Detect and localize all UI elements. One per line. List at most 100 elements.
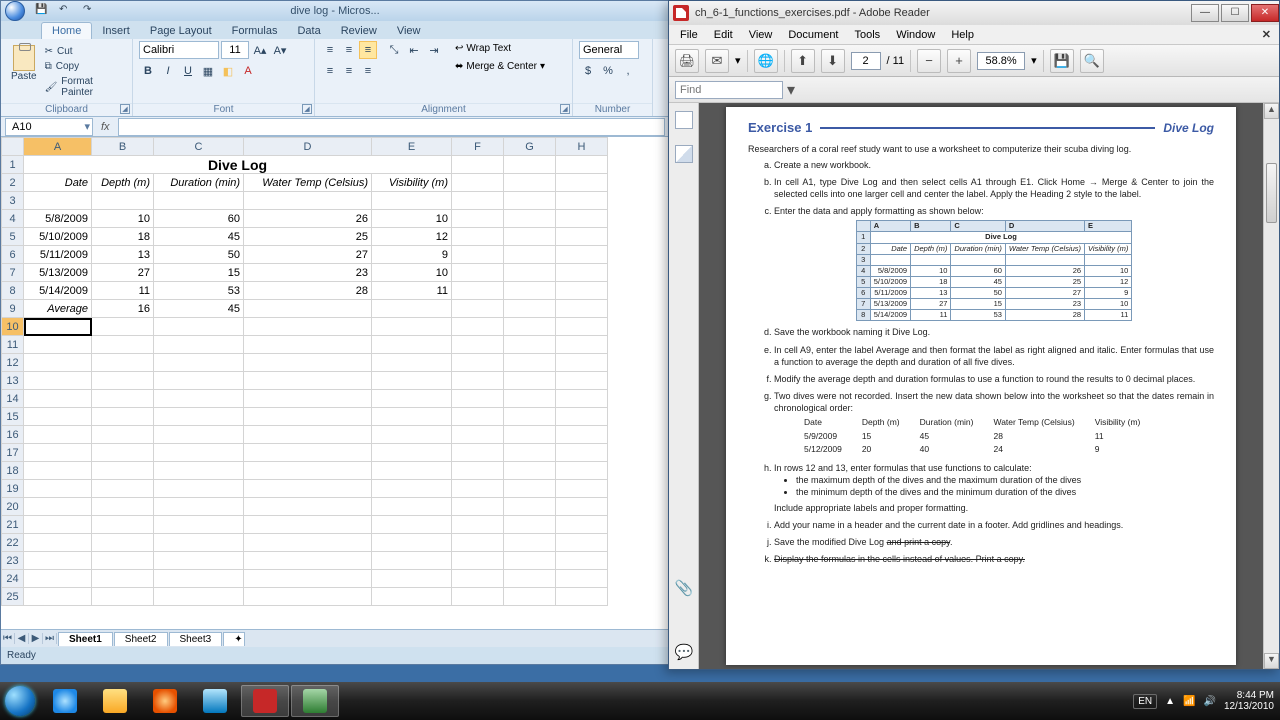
zoom-out-button[interactable]: −: [917, 49, 941, 73]
scroll-up-icon[interactable]: ▲: [1264, 103, 1279, 119]
col-H[interactable]: H: [556, 138, 608, 156]
italic-button[interactable]: I: [159, 62, 177, 80]
comma-button[interactable]: ,: [619, 62, 637, 80]
tab-formulas[interactable]: Formulas: [222, 23, 288, 39]
indent-dec[interactable]: ⇤: [405, 41, 423, 59]
page-number-input[interactable]: [851, 52, 881, 70]
align-right[interactable]: ≡: [359, 62, 377, 80]
sheet-nav-next[interactable]: ▶: [29, 633, 43, 644]
orientation-button[interactable]: ⤡: [385, 41, 403, 59]
font-name-combo[interactable]: [139, 41, 219, 59]
align-left[interactable]: ≡: [321, 62, 339, 80]
col-G[interactable]: G: [504, 138, 556, 156]
col-D[interactable]: D: [244, 138, 372, 156]
align-middle[interactable]: ≡: [340, 41, 358, 59]
page-down-button[interactable]: ⬇: [821, 49, 845, 73]
row-7[interactable]: 7: [2, 264, 24, 282]
cell-title[interactable]: Dive Log: [24, 156, 452, 174]
menu-view[interactable]: View: [742, 27, 780, 43]
number-format-combo[interactable]: [579, 41, 639, 59]
comments-panel-icon[interactable]: 💬: [675, 643, 693, 661]
col-A[interactable]: A: [24, 138, 92, 156]
excel-titlebar[interactable]: 💾 ↶ ↷ dive log - Micros...: [1, 1, 669, 21]
qat-undo-icon[interactable]: ↶: [59, 4, 73, 18]
taskbar-excel[interactable]: [291, 685, 339, 717]
copy-button[interactable]: ⧉Copy: [43, 60, 126, 73]
row-3[interactable]: 3: [2, 192, 24, 210]
row-10[interactable]: 10: [2, 318, 24, 336]
grow-font-button[interactable]: A▴: [251, 41, 269, 59]
pages-panel-icon[interactable]: [675, 111, 693, 129]
taskbar-firefox[interactable]: [141, 685, 189, 717]
bold-button[interactable]: B: [139, 62, 157, 80]
tab-review[interactable]: Review: [331, 23, 387, 39]
tab-home[interactable]: Home: [41, 22, 92, 39]
menu-tools[interactable]: Tools: [848, 27, 888, 43]
email-button[interactable]: ✉: [705, 49, 729, 73]
find-dropdown[interactable]: ▾: [783, 80, 799, 100]
wrap-text-button[interactable]: ↩Wrap Text: [451, 41, 549, 56]
qat-redo-icon[interactable]: ↷: [83, 4, 97, 18]
sheet-tab-1[interactable]: Sheet1: [58, 632, 113, 646]
align-top[interactable]: ≡: [321, 41, 339, 59]
col-E[interactable]: E: [372, 138, 452, 156]
font-dialog-launcher[interactable]: ◢: [302, 104, 312, 114]
maximize-button[interactable]: ☐: [1221, 4, 1249, 22]
col-C[interactable]: C: [154, 138, 244, 156]
language-indicator[interactable]: EN: [1133, 694, 1157, 709]
tab-page-layout[interactable]: Page Layout: [140, 23, 222, 39]
tab-insert[interactable]: Insert: [92, 23, 140, 39]
cut-button[interactable]: ✂Cut: [43, 45, 126, 58]
tab-view[interactable]: View: [387, 23, 431, 39]
zoom-combo[interactable]: [977, 52, 1025, 70]
reader-titlebar[interactable]: ch_6-1_functions_exercises.pdf - Adobe R…: [669, 1, 1279, 25]
reader-scrollbar[interactable]: ▲ ▼: [1263, 103, 1279, 669]
save-button[interactable]: 💾: [1050, 49, 1074, 73]
align-bottom[interactable]: ≡: [359, 41, 377, 59]
row-9[interactable]: 9: [2, 300, 24, 318]
taskbar-app[interactable]: [191, 685, 239, 717]
paste-button[interactable]: Paste: [7, 41, 41, 99]
indent-inc[interactable]: ⇥: [425, 41, 443, 59]
office-button[interactable]: [5, 1, 25, 21]
tray-network-icon[interactable]: 📶: [1183, 696, 1195, 707]
document-area[interactable]: Exercise 1Dive Log Researchers of a cora…: [699, 103, 1263, 669]
qat-save-icon[interactable]: 💾: [35, 4, 49, 18]
collab-button[interactable]: 🌐: [754, 49, 778, 73]
active-cell[interactable]: [24, 318, 92, 336]
close-button[interactable]: ✕: [1251, 4, 1279, 22]
merge-center-button[interactable]: ⬌Merge & Center▾: [451, 59, 549, 74]
shrink-font-button[interactable]: A▾: [271, 41, 289, 59]
close-doc-button[interactable]: ✕: [1258, 28, 1275, 41]
attachments-panel-icon[interactable]: 📎: [675, 579, 693, 597]
sheet-tab-new[interactable]: ✦: [223, 632, 245, 646]
row-1[interactable]: 1: [2, 156, 24, 174]
scroll-down-icon[interactable]: ▼: [1264, 653, 1279, 669]
clipboard-dialog-launcher[interactable]: ◢: [120, 104, 130, 114]
bookmarks-panel-icon[interactable]: [675, 145, 693, 163]
worksheet-grid[interactable]: A B C D E F G H 1Dive Log 2 Date Depth (…: [1, 137, 669, 629]
font-size-combo[interactable]: [221, 41, 249, 59]
clock[interactable]: 8:44 PM 12/13/2010: [1224, 690, 1274, 712]
col-F[interactable]: F: [452, 138, 504, 156]
find-input[interactable]: [675, 81, 783, 99]
row-5[interactable]: 5: [2, 228, 24, 246]
row-8[interactable]: 8: [2, 282, 24, 300]
scroll-thumb[interactable]: [1266, 163, 1277, 223]
tab-data[interactable]: Data: [287, 23, 330, 39]
minimize-button[interactable]: —: [1191, 4, 1219, 22]
border-button[interactable]: ▦: [199, 62, 217, 80]
menu-window[interactable]: Window: [889, 27, 942, 43]
formula-bar[interactable]: [118, 118, 665, 136]
sheet-nav-first[interactable]: ⏮: [1, 633, 15, 644]
sheet-tab-3[interactable]: Sheet3: [169, 632, 223, 646]
row-6[interactable]: 6: [2, 246, 24, 264]
menu-file[interactable]: File: [673, 27, 705, 43]
search-button[interactable]: 🔍: [1080, 49, 1104, 73]
fill-color-button[interactable]: ◧: [219, 62, 237, 80]
currency-button[interactable]: $: [579, 62, 597, 80]
zoom-in-button[interactable]: +: [947, 49, 971, 73]
row-4[interactable]: 4: [2, 210, 24, 228]
tray-flag-icon[interactable]: ▲: [1165, 696, 1175, 707]
sheet-nav-last[interactable]: ⏭: [43, 633, 57, 644]
